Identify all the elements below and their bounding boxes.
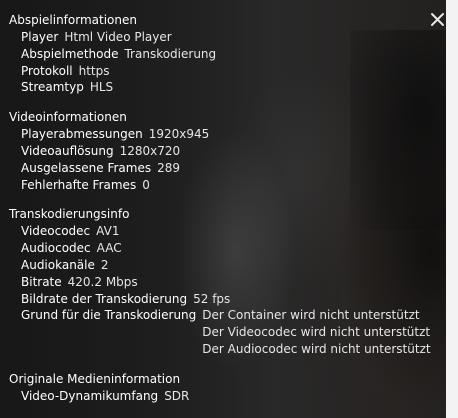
info-value: https [78, 63, 110, 78]
info-value: AAC [96, 241, 122, 256]
section-title: Originale Medieninformation [9, 371, 181, 386]
info-label: Player [21, 30, 59, 44]
reason-item: Der Container wird nicht unterstützt [202, 308, 420, 323]
close-button[interactable] [428, 10, 448, 30]
info-label: Ausgelassene Frames [21, 160, 152, 175]
info-row-protocol: Protokoll https [9, 63, 431, 80]
info-row-playback-method: Abspielmethode Transkodierung [9, 46, 431, 63]
info-label: Audiocodec [21, 241, 91, 256]
section-video-info: Videoinformationen Playerabmessungen 192… [9, 109, 431, 193]
info-label: Video-Dynamikumfang [21, 388, 159, 403]
info-row-video-dynamic-range: Video-Dynamikumfang SDR [9, 388, 431, 405]
info-value: SDR [164, 388, 190, 403]
info-value: 420.2 Mbps [67, 274, 138, 289]
info-row-dropped-frames: Ausgelassene Frames 289 [9, 160, 431, 177]
info-value: 0 [142, 177, 150, 192]
info-row-audio-codec: Audiocodec AAC [9, 240, 431, 257]
info-label: Videoauflösung [21, 143, 114, 158]
info-row-video-resolution: Videoauflösung 1280x720 [9, 143, 431, 160]
info-label: Bildrate der Transkodierung [21, 291, 188, 306]
info-value: 1280x720 [119, 143, 181, 158]
info-value: Html Video Player [64, 30, 172, 44]
info-label: Bitrate [21, 274, 62, 289]
info-label: Fehlerhafte Frames [21, 177, 137, 192]
reason-item: Der Audiocodec wird nicht unterstützt [202, 341, 431, 356]
info-row-transcoding-framerate: Bildrate der Transkodierung 52 fps [9, 291, 431, 308]
section-title: Transkodierungsinfo [9, 207, 130, 222]
reason-item: Der Videocodec wird nicht unterstützt [202, 325, 431, 340]
info-row-corrupted-frames: Fehlerhafte Frames 0 [9, 177, 431, 194]
info-label: Playerabmessungen [21, 127, 143, 142]
section-title: Abspielinformationen [9, 13, 137, 27]
info-value: 2 [100, 257, 109, 272]
info-label: Abspielmethode [21, 46, 119, 61]
info-row-video-codec: Videocodec AV1 [9, 223, 431, 240]
info-row-player: Player Html Video Player [9, 29, 431, 46]
info-label: Audiokanäle [21, 257, 95, 272]
info-label: Streamtyp [21, 80, 84, 95]
info-row-audio-channels: Audiokanäle 2 [9, 257, 431, 274]
info-value: 52 fps [193, 291, 231, 306]
section-transcoding-info: Transkodierungsinfo Videocodec AV1 Audio… [9, 206, 431, 357]
info-row-player-dimensions: Playerabmessungen 1920x945 [9, 126, 431, 143]
section-original-media-info: Originale Medieninformation Video-Dynami… [9, 371, 431, 405]
playback-info-panel: Abspielinformationen Player Html Video P… [9, 12, 431, 418]
info-label: Videocodec [21, 224, 91, 239]
info-row-transcoding-reasons: Grund für die Transkodierung Der Contain… [9, 307, 431, 357]
info-value: AV1 [96, 224, 120, 239]
reason-list: Der Container wird nicht unterstützt Der… [202, 307, 430, 357]
section-playback-info: Abspielinformationen Player Html Video P… [9, 12, 431, 96]
scrollbar-track[interactable] [446, 0, 458, 418]
section-title: Videoinformationen [9, 110, 127, 125]
info-value: HLS [89, 80, 114, 95]
info-value: Transkodierung [124, 46, 217, 61]
info-row-stream-type: Streamtyp HLS [9, 79, 431, 96]
info-label: Grund für die Transkodierung [21, 308, 197, 323]
info-row-bitrate: Bitrate 420.2 Mbps [9, 274, 431, 291]
info-value: 289 [157, 160, 180, 175]
close-icon [431, 13, 444, 26]
info-label: Protokoll [21, 63, 73, 78]
info-value: 1920x945 [148, 127, 210, 142]
